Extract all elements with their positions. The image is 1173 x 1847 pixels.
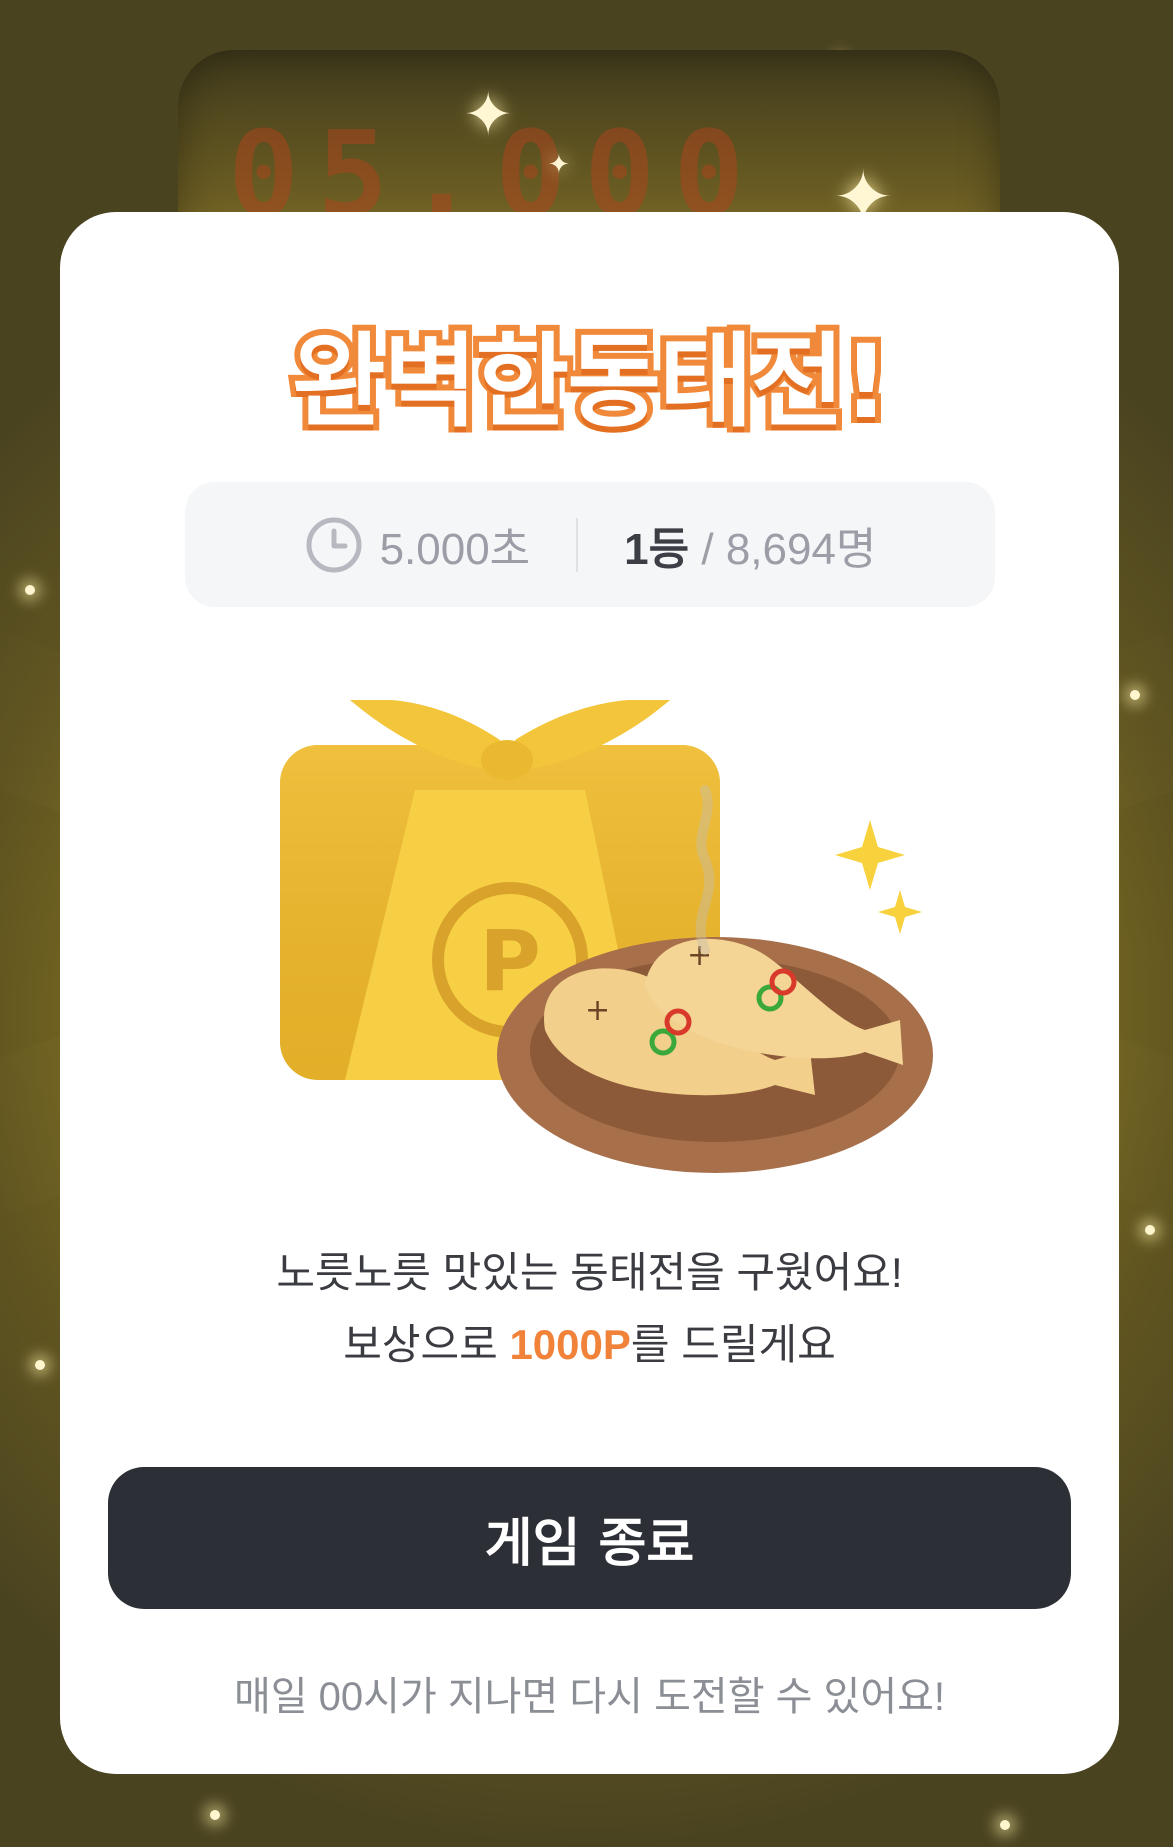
reward-prefix: 보상으로: [343, 1321, 510, 1368]
rank-value: 1등: [624, 524, 690, 574]
retry-notice: 매일 00시가 지나면 다시 도전할 수 있어요!: [233, 1675, 946, 1719]
reward-illustration: P + +: [280, 700, 933, 1173]
sparkle-icon: [1145, 1225, 1155, 1235]
clock-icon: [304, 515, 364, 575]
result-title: 완벽한동태전!: [286, 317, 896, 448]
time-value: 5.000초: [379, 524, 531, 574]
sparkle-icon: ✦: [548, 150, 570, 180]
sparkle-icon: [35, 1360, 45, 1370]
sparkle-icon: [25, 585, 35, 595]
participants-count: 8,694명: [725, 524, 877, 574]
sparkle-icon: [1130, 690, 1140, 700]
time-stat: 5.000초: [304, 513, 531, 577]
result-dialog: 완벽한동태전! 5.000초 1등 / 8,694명 P + + 노릇노릇 맛있…: [60, 212, 1119, 1774]
reward-points: 1000P: [509, 1321, 631, 1368]
reward-message: 노릇노릇 맛있는 동태전을 구웠어요! 보상으로 1000P를 드릴게요: [60, 1237, 1119, 1381]
sparkle-icon: ✦: [463, 80, 514, 150]
svg-text:+: +: [585, 993, 610, 1028]
sparkle-icon: [835, 820, 922, 934]
stats-bar: 5.000초 1등 / 8,694명: [185, 482, 995, 607]
sparkle-icon: [210, 1810, 220, 1820]
reward-suffix: 를 드릴게요: [630, 1321, 836, 1368]
sparkle-icon: [1000, 1820, 1010, 1830]
end-game-button[interactable]: 게임 종료: [108, 1467, 1071, 1609]
stats-divider: [576, 517, 579, 572]
reward-message-line2: 보상으로 1000P를 드릴게요: [60, 1309, 1119, 1381]
reward-message-line1: 노릇노릇 맛있는 동태전을 구웠어요!: [276, 1249, 903, 1296]
rank-stat: 1등 / 8,694명: [624, 513, 876, 577]
rank-separator: /: [701, 524, 714, 574]
